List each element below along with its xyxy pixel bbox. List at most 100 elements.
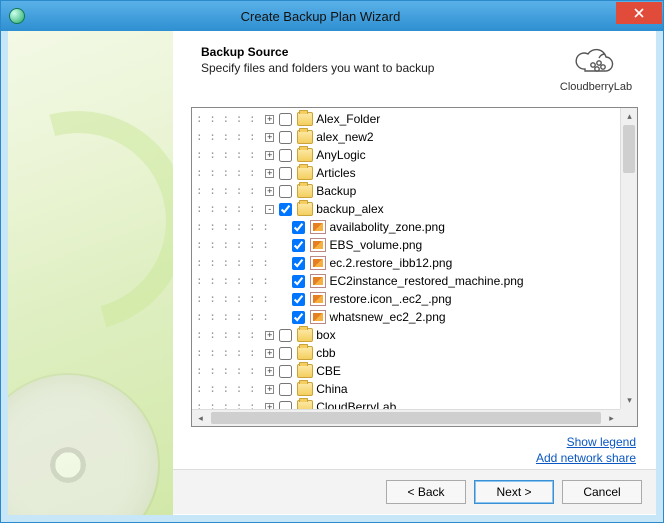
tree-checkbox[interactable] bbox=[279, 185, 292, 198]
tree-checkbox[interactable] bbox=[292, 293, 305, 306]
folder-icon bbox=[297, 184, 313, 198]
leaf-spacer bbox=[278, 313, 287, 322]
tree-guides: : : : : : bbox=[196, 110, 262, 128]
add-network-share-link[interactable]: Add network share bbox=[536, 451, 636, 465]
expand-icon[interactable]: + bbox=[265, 367, 274, 376]
tree-guides: : : : : : bbox=[196, 344, 262, 362]
tree-checkbox[interactable] bbox=[279, 365, 292, 378]
scroll-up-button[interactable]: ▴ bbox=[621, 108, 638, 125]
scroll-left-button[interactable]: ◂ bbox=[192, 410, 209, 427]
wizard-window: Create Backup Plan Wizard Backup Source … bbox=[0, 0, 664, 523]
tree-node[interactable]: : : : : : +CloudBerryLab bbox=[196, 398, 616, 409]
scroll-down-button[interactable]: ▾ bbox=[621, 392, 638, 409]
tree-checkbox[interactable] bbox=[292, 239, 305, 252]
tree-checkbox[interactable] bbox=[279, 131, 292, 144]
tree-node-label: backup_alex bbox=[316, 200, 383, 218]
cancel-button[interactable]: Cancel bbox=[562, 480, 642, 504]
tree-checkbox[interactable] bbox=[279, 167, 292, 180]
tree-node[interactable]: : : : : : : availabolity_zone.png bbox=[196, 218, 616, 236]
tree-node-label: Backup bbox=[316, 182, 356, 200]
tree-node[interactable]: : : : : : +alex_new2 bbox=[196, 128, 616, 146]
wizard-sidebar-image bbox=[8, 31, 173, 515]
tree-guides: : : : : : bbox=[196, 182, 262, 200]
tree-guides: : : : : : bbox=[196, 362, 262, 380]
folder-icon bbox=[297, 364, 313, 378]
tree-guides: : : : : : : bbox=[196, 218, 275, 236]
image-file-icon bbox=[310, 310, 326, 324]
tree-node[interactable]: : : : : : +Alex_Folder bbox=[196, 110, 616, 128]
image-file-icon bbox=[310, 256, 326, 270]
tree-checkbox[interactable] bbox=[279, 401, 292, 410]
wizard-footer: < Back Next > Cancel bbox=[173, 469, 656, 514]
tree-node[interactable]: : : : : : : ec.2.restore_ibb12.png bbox=[196, 254, 616, 272]
tree-node[interactable]: : : : : : + Backup bbox=[196, 182, 616, 200]
tree-node-label: Articles bbox=[316, 164, 355, 182]
expand-icon[interactable]: + bbox=[265, 169, 274, 178]
close-button[interactable] bbox=[616, 2, 662, 24]
expand-icon[interactable]: + bbox=[265, 349, 274, 358]
tree-guides: : : : : : : bbox=[196, 236, 275, 254]
folder-tree[interactable]: : : : : : +Alex_Folder: : : : : +alex_ne… bbox=[192, 108, 620, 409]
tree-node-label: AnyLogic bbox=[316, 146, 365, 164]
tree-checkbox[interactable] bbox=[292, 257, 305, 270]
tree-node[interactable]: : : : : : +cbb bbox=[196, 344, 616, 362]
titlebar: Create Backup Plan Wizard bbox=[1, 1, 663, 31]
tree-checkbox[interactable] bbox=[279, 203, 292, 216]
folder-icon bbox=[297, 328, 313, 342]
tree-node[interactable]: : : : : : + CBE bbox=[196, 362, 616, 380]
folder-icon bbox=[297, 382, 313, 396]
scroll-right-button[interactable]: ▸ bbox=[603, 410, 620, 427]
back-button[interactable]: < Back bbox=[386, 480, 466, 504]
tree-checkbox[interactable] bbox=[292, 221, 305, 234]
tree-node-label: EC2instance_restored_machine.png bbox=[329, 272, 523, 290]
collapse-icon[interactable]: - bbox=[265, 205, 274, 214]
tree-node[interactable]: : : : : : -backup_alex bbox=[196, 200, 616, 218]
tree-guides: : : : : : : bbox=[196, 308, 275, 326]
tree-node[interactable]: : : : : : +China bbox=[196, 380, 616, 398]
image-file-icon bbox=[310, 220, 326, 234]
brand-name: CloudberryLab bbox=[560, 81, 632, 93]
tree-node-label: China bbox=[316, 380, 347, 398]
tree-node[interactable]: : : : : : : EBS_volume.png bbox=[196, 236, 616, 254]
app-icon bbox=[9, 8, 25, 24]
tree-node[interactable]: : : : : : +Articles bbox=[196, 164, 616, 182]
tree-checkbox[interactable] bbox=[279, 329, 292, 342]
tree-node-label: CBE bbox=[316, 362, 341, 380]
horizontal-scroll-thumb[interactable] bbox=[211, 412, 601, 424]
tree-node[interactable]: : : : : : : whatsnew_ec2_2.png bbox=[196, 308, 616, 326]
expand-icon[interactable]: + bbox=[265, 385, 274, 394]
horizontal-scrollbar[interactable]: ◂ ▸ bbox=[192, 409, 620, 426]
tree-guides: : : : : : bbox=[196, 326, 262, 344]
tree-checkbox[interactable] bbox=[292, 311, 305, 324]
tree-checkbox[interactable] bbox=[279, 347, 292, 360]
tree-node-label: availabolity_zone.png bbox=[329, 218, 444, 236]
page-subtitle: Specify files and folders you want to ba… bbox=[201, 61, 542, 75]
folder-icon bbox=[297, 112, 313, 126]
tree-checkbox[interactable] bbox=[279, 149, 292, 162]
window-title: Create Backup Plan Wizard bbox=[25, 9, 616, 24]
brand-logo: CloudberryLab bbox=[554, 45, 638, 93]
expand-icon[interactable]: + bbox=[265, 133, 274, 142]
tree-checkbox[interactable] bbox=[279, 383, 292, 396]
tree-node[interactable]: : : : : : + AnyLogic bbox=[196, 146, 616, 164]
leaf-spacer bbox=[278, 295, 287, 304]
show-legend-link[interactable]: Show legend bbox=[567, 435, 636, 449]
expand-icon[interactable]: + bbox=[265, 187, 274, 196]
tree-node-label: CloudBerryLab bbox=[316, 398, 396, 409]
expand-icon[interactable]: + bbox=[265, 115, 274, 124]
tree-node[interactable]: : : : : : : restore.icon_.ec2_.png bbox=[196, 290, 616, 308]
image-file-icon bbox=[310, 292, 326, 306]
tree-checkbox[interactable] bbox=[279, 113, 292, 126]
tree-guides: : : : : : bbox=[196, 146, 262, 164]
tree-node[interactable]: : : : : : +box bbox=[196, 326, 616, 344]
next-button[interactable]: Next > bbox=[474, 480, 554, 504]
expand-icon[interactable]: + bbox=[265, 151, 274, 160]
tree-guides: : : : : : bbox=[196, 398, 262, 409]
expand-icon[interactable]: + bbox=[265, 331, 274, 340]
tree-checkbox[interactable] bbox=[292, 275, 305, 288]
vertical-scrollbar[interactable]: ▴ ▾ bbox=[620, 108, 637, 409]
vertical-scroll-thumb[interactable] bbox=[623, 125, 635, 173]
leaf-spacer bbox=[278, 277, 287, 286]
tree-node[interactable]: : : : : : : EC2instance_restored_machine… bbox=[196, 272, 616, 290]
tree-node-label: EBS_volume.png bbox=[329, 236, 422, 254]
